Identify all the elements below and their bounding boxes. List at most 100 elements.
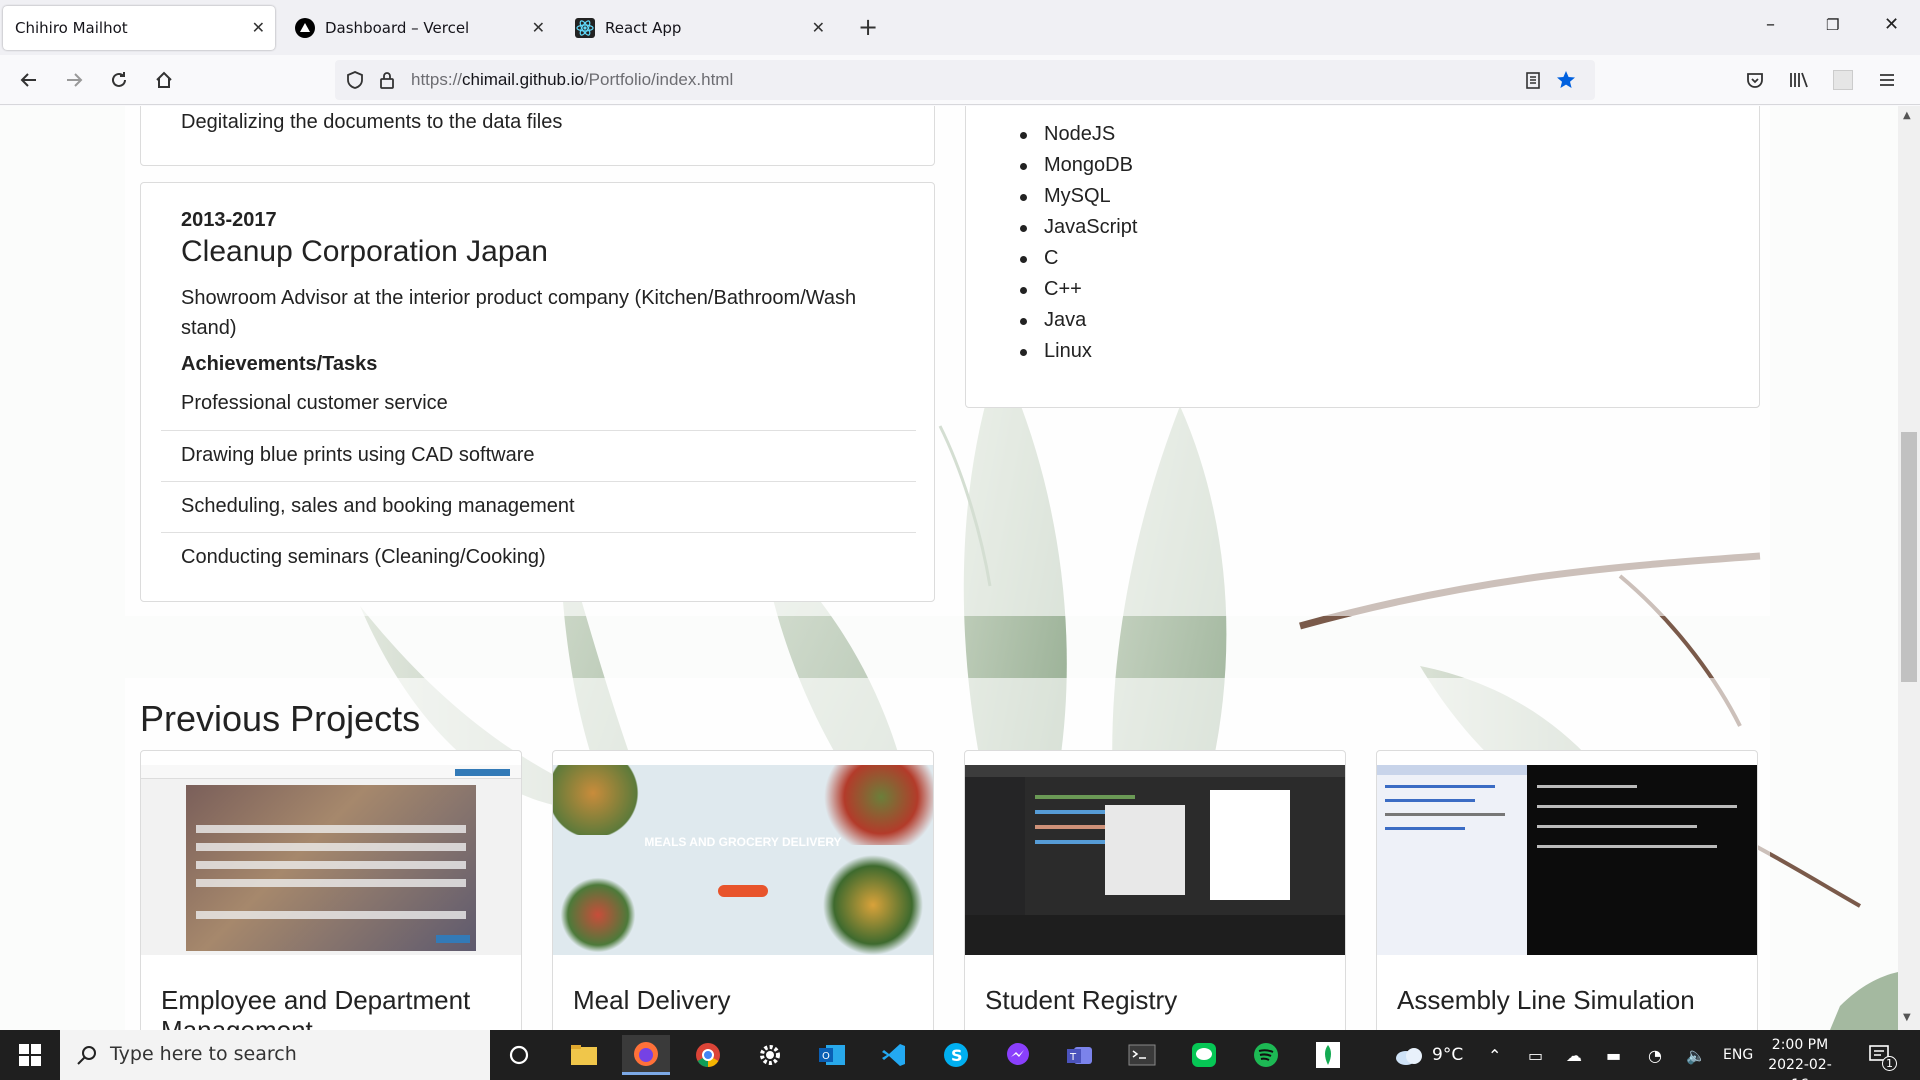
chrome-icon[interactable]: [684, 1035, 732, 1075]
url-path: /Portfolio/index.html: [583, 70, 734, 89]
page-content: Degitalizing the documents to the data f…: [0, 106, 1898, 1030]
messenger-icon[interactable]: [994, 1035, 1042, 1075]
skype-icon[interactable]: S: [932, 1035, 980, 1075]
file-explorer-icon[interactable]: [560, 1035, 608, 1075]
skill-item: C++: [1016, 274, 1137, 305]
tab-vercel-dashboard[interactable]: Dashboard – Vercel ✕: [283, 6, 555, 50]
reader-view-icon[interactable]: [1523, 70, 1543, 94]
tab-title: Chihiro Mailhot: [15, 19, 128, 37]
vscode-icon[interactable]: [870, 1035, 918, 1075]
tab-title: React App: [605, 19, 682, 37]
show-hidden-icons-chevron-icon[interactable]: ⌃: [1488, 1030, 1501, 1080]
svg-text:O: O: [822, 1051, 830, 1062]
experience-card-previous: Degitalizing the documents to the data f…: [140, 106, 935, 166]
close-window-icon[interactable]: ✕: [1884, 14, 1899, 35]
url-host: chimail.github.io: [462, 70, 584, 89]
project-card-employee-management[interactable]: Employee and Department Management: [140, 750, 522, 1030]
windows-start-icon[interactable]: [0, 1030, 60, 1080]
tab-react-app[interactable]: React App ✕: [563, 6, 835, 50]
volume-icon[interactable]: 🔈: [1686, 1030, 1706, 1080]
experience-card-cleanup-corporation: 2013-2017 Cleanup Corporation Japan Show…: [140, 182, 935, 602]
weather-widget[interactable]: 9°C: [1394, 1030, 1463, 1080]
close-tab-icon[interactable]: ✕: [532, 18, 545, 38]
url-prefix: https://: [411, 70, 463, 89]
task-item: Degitalizing the documents to the data f…: [181, 111, 563, 133]
scroll-up-arrow-icon[interactable]: ▲: [1903, 110, 1911, 121]
notification-center-icon[interactable]: 1: [1868, 1030, 1897, 1080]
extension-icon[interactable]: [1830, 67, 1856, 93]
back-icon[interactable]: [16, 67, 42, 93]
task-item: Professional customer service: [181, 392, 448, 414]
project-screenshot: [965, 765, 1345, 955]
wifi-icon[interactable]: ◔: [1648, 1030, 1662, 1080]
svg-text:T: T: [1069, 1052, 1077, 1063]
project-name: Student Registry: [985, 985, 1178, 1015]
tab-chihiro-mailhot[interactable]: Chihiro Mailhot ✕: [3, 6, 275, 50]
url-text[interactable]: https://chimail.github.io/Portfolio/inde…: [411, 70, 733, 90]
home-icon[interactable]: [151, 67, 177, 93]
minimize-window-icon[interactable]: –: [1766, 14, 1775, 35]
clock-time: 2:00 PM: [1771, 1037, 1829, 1053]
onedrive-cloud-icon[interactable]: ☁: [1566, 1030, 1582, 1080]
skill-item: JavaScript: [1016, 212, 1137, 243]
job-role: Showroom Advisor at the interior product…: [181, 287, 857, 339]
project-screenshot: MEALS AND GROCERY DELIVERY: [553, 765, 933, 955]
skill-item: MongoDB: [1016, 150, 1137, 181]
reload-icon[interactable]: [106, 67, 132, 93]
restore-window-icon[interactable]: ❐: [1826, 16, 1839, 34]
tracking-protection-shield-icon[interactable]: [345, 70, 365, 94]
spotify-icon[interactable]: [1242, 1035, 1290, 1075]
project-card-assembly-line[interactable]: Assembly Line Simulation: [1376, 750, 1758, 1030]
notification-count: 1: [1882, 1056, 1897, 1071]
project-screenshot: [141, 765, 521, 955]
teams-icon[interactable]: T: [1056, 1035, 1104, 1075]
skill-item: Linux: [1016, 336, 1137, 367]
close-tab-icon[interactable]: ✕: [252, 18, 265, 38]
projects-heading: Previous Projects: [140, 698, 421, 739]
forward-icon[interactable]: [61, 67, 87, 93]
skill-item: Java: [1016, 305, 1137, 336]
scrollbar-thumb[interactable]: [1901, 432, 1917, 682]
cloud-icon: [1396, 1048, 1422, 1065]
bookmark-star-icon[interactable]: [1555, 69, 1577, 95]
page-scrollbar[interactable]: ▲ ▼: [1898, 106, 1920, 1030]
project-card-student-registry[interactable]: Student Registry: [964, 750, 1346, 1030]
search-icon: [76, 1044, 98, 1070]
project-screenshot: [1377, 765, 1757, 955]
task-view-icon[interactable]: [495, 1035, 543, 1075]
windows-taskbar: Type here to search O S T 9°C ⌃ ▭ ☁ ▬ ◔ …: [0, 1030, 1920, 1080]
task-item: Conducting seminars (Cleaning/Cooking): [161, 532, 916, 583]
settings-gear-icon[interactable]: [746, 1035, 794, 1075]
library-icon[interactable]: [1786, 67, 1812, 93]
line-app-icon[interactable]: [1180, 1035, 1228, 1075]
company-name: Cleanup Corporation Japan: [181, 235, 548, 268]
address-bar[interactable]: https://chimail.github.io/Portfolio/inde…: [335, 60, 1595, 100]
system-clock[interactable]: 2:00 PM 2022-02-16: [1760, 1035, 1840, 1080]
scroll-down-arrow-icon[interactable]: ▼: [1903, 1012, 1911, 1023]
terminal-icon[interactable]: [1118, 1035, 1166, 1075]
navigation-toolbar: https://chimail.github.io/Portfolio/inde…: [0, 55, 1920, 105]
search-placeholder: Type here to search: [110, 1043, 297, 1065]
vercel-logo-icon: [295, 18, 315, 38]
mongodb-compass-icon[interactable]: [1304, 1035, 1352, 1075]
skill-item: C: [1016, 243, 1137, 274]
skills-list: NodeJS MongoDB MySQL JavaScript C C++ Ja…: [1016, 119, 1137, 367]
react-logo-icon: [575, 18, 595, 38]
menu-icon[interactable]: [1874, 67, 1900, 93]
meet-now-icon[interactable]: ▭: [1528, 1030, 1543, 1080]
project-card-meal-delivery[interactable]: MEALS AND GROCERY DELIVERY Meal Delivery: [552, 750, 934, 1030]
close-tab-icon[interactable]: ✕: [812, 18, 825, 38]
skill-item: MySQL: [1016, 181, 1137, 212]
skill-item: NodeJS: [1016, 119, 1137, 150]
outlook-icon[interactable]: O: [808, 1035, 856, 1075]
lock-icon[interactable]: [377, 70, 397, 94]
pocket-icon[interactable]: [1742, 67, 1768, 93]
battery-icon[interactable]: ▬: [1606, 1030, 1621, 1080]
language-indicator[interactable]: ENG: [1723, 1030, 1753, 1080]
project-name: Meal Delivery: [573, 985, 731, 1015]
task-item: Drawing blue prints using CAD software: [161, 430, 916, 481]
firefox-icon[interactable]: [622, 1035, 670, 1075]
taskbar-search-input[interactable]: Type here to search: [60, 1030, 490, 1080]
new-tab-button[interactable]: +: [858, 12, 878, 42]
skills-card: NodeJS MongoDB MySQL JavaScript C C++ Ja…: [965, 106, 1760, 408]
